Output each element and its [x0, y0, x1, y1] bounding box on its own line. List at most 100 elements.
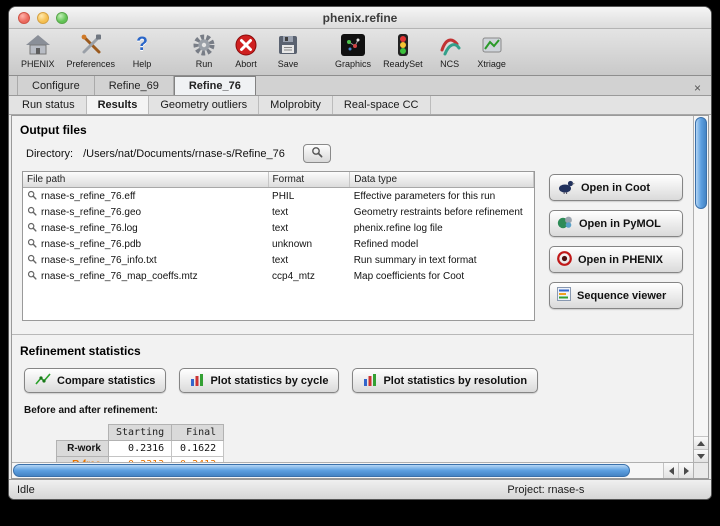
datatype-cell: Effective parameters for this run [350, 188, 534, 205]
vertical-scroll-track[interactable] [694, 116, 708, 436]
scroll-right-button[interactable] [678, 463, 693, 478]
zoom-window-button[interactable] [56, 12, 68, 24]
action-button-label: Sequence viewer [577, 290, 666, 302]
action-button-label: Open in Coot [581, 182, 650, 194]
toolbar-button-ncs[interactable]: NCS [429, 31, 471, 70]
action-button-label: Open in PyMOL [579, 218, 661, 230]
toolbar-button-run[interactable]: Run [183, 31, 225, 70]
file-row[interactable]: rnase-s_refine_76.geo text Geometry rest… [23, 204, 534, 220]
scroll-left-button[interactable] [663, 463, 678, 478]
subtab-geometry-outliers[interactable]: Geometry outliers [149, 96, 259, 114]
scroll-down-button[interactable] [694, 449, 708, 462]
file-path-cell: rnase-s_refine_76_map_coeffs.mtz [41, 271, 198, 282]
stats-row-r-work: R-work 0.2316 0.1622 [57, 441, 224, 457]
subtab-molprobity[interactable]: Molprobity [259, 96, 333, 114]
directory-label: Directory: [26, 148, 73, 160]
tab-refine-76[interactable]: Refine_76 [174, 76, 256, 95]
scroll-up-button[interactable] [694, 436, 708, 449]
file-row[interactable]: rnase-s_refine_76.log text phenix.refine… [23, 220, 534, 236]
minimize-window-button[interactable] [37, 12, 49, 24]
tab-configure[interactable]: Configure [17, 76, 95, 95]
stat-button-label: Plot statistics by resolution [383, 375, 527, 387]
horizontal-scroll-track[interactable] [12, 463, 663, 478]
stat-button-label: Plot statistics by cycle [210, 375, 328, 387]
tab-refine-69[interactable]: Refine_69 [95, 76, 174, 95]
pymol-icon [557, 215, 573, 233]
toolbar-button-graphics[interactable]: Graphics [329, 31, 377, 70]
stats-final-value: 0.1622 [172, 441, 224, 457]
file-path-cell: rnase-s_refine_76_info.txt [41, 255, 157, 266]
toolbar-button-xtriage[interactable]: Xtriage [471, 31, 513, 70]
subtab-results[interactable]: Results [87, 96, 150, 114]
status-bar: Idle Project: rnase-s [9, 479, 711, 499]
vertical-scrollbar[interactable] [693, 116, 708, 462]
toolbar-button-save[interactable]: Save [267, 31, 309, 70]
horizontal-scroll-thumb[interactable] [13, 464, 630, 477]
plot-by-resolution-button[interactable]: Plot statistics by resolution [352, 368, 538, 393]
file-row[interactable]: rnase-s_refine_76.pdb unknown Refined mo… [23, 236, 534, 252]
window-controls [18, 12, 68, 24]
magnifier-icon [27, 190, 37, 203]
file-path-cell: rnase-s_refine_76.log [41, 223, 138, 234]
gear-icon [192, 32, 216, 58]
files-header-row: File path Format Data type [23, 172, 534, 188]
stat-button-label: Compare statistics [57, 375, 155, 387]
down-arrow-icon [697, 454, 705, 459]
toolbar-label: Save [278, 59, 299, 69]
datatype-cell: Run summary in text format [350, 252, 534, 268]
coot-bird-icon [557, 179, 575, 197]
column-header-format[interactable]: Format [268, 172, 350, 188]
file-row[interactable]: rnase-s_refine_76_map_coeffs.mtz ccp4_mt… [23, 268, 534, 284]
stats-starting-value: 0.2316 [109, 441, 172, 457]
format-cell: ccp4_mtz [268, 268, 350, 284]
format-cell: text [268, 252, 350, 268]
stats-header-row: Starting Final [57, 425, 224, 441]
datatype-cell: phenix.refine log file [350, 220, 534, 236]
open-in-coot-button[interactable]: Open in Coot [549, 174, 683, 201]
toolbar-label: NCS [440, 59, 459, 69]
help-icon: ? [136, 32, 148, 58]
horizontal-scrollbar[interactable] [12, 462, 708, 478]
app-window: phenix.refine PHENIX Preferences ? Help … [8, 6, 712, 500]
subtab-run-status[interactable]: Run status [11, 96, 87, 114]
titlebar[interactable]: phenix.refine [9, 7, 711, 29]
subtab-real-space-cc[interactable]: Real-space CC [333, 96, 431, 114]
tab-close-button[interactable]: × [684, 81, 711, 95]
file-row[interactable]: rnase-s_refine_76.eff PHIL Effective par… [23, 188, 534, 205]
open-in-phenix-button[interactable]: Open in PHENIX [549, 246, 683, 273]
bar-chart-icon [363, 373, 377, 389]
sequence-viewer-button[interactable]: Sequence viewer [549, 282, 683, 309]
phenix-logo-icon [557, 251, 572, 269]
project-label: Project: rnase-s [507, 484, 584, 496]
toolbar-button-phenix[interactable]: PHENIX [15, 31, 61, 70]
file-row[interactable]: rnase-s_refine_76_info.txt text Run summ… [23, 252, 534, 268]
close-window-button[interactable] [18, 12, 30, 24]
save-icon [277, 32, 299, 58]
toolbar-button-abort[interactable]: Abort [225, 31, 267, 70]
toolbar-label: PHENIX [21, 59, 55, 69]
magnifier-icon [27, 254, 37, 267]
stats-column-starting: Starting [109, 425, 172, 441]
column-header-file-path[interactable]: File path [23, 172, 268, 188]
before-after-caption: Before and after refinement: [24, 405, 685, 416]
column-header-data-type[interactable]: Data type [350, 172, 534, 188]
toolbar-label: Help [133, 59, 152, 69]
toolbar-label: ReadySet [383, 59, 423, 69]
open-in-pymol-button[interactable]: Open in PyMOL [549, 210, 683, 237]
browse-directory-button[interactable] [303, 144, 331, 163]
line-chart-icon [35, 372, 51, 389]
results-subtabs: Run status Results Geometry outliers Mol… [9, 96, 711, 115]
right-arrow-icon [684, 467, 689, 475]
vertical-scroll-thumb[interactable] [695, 117, 707, 209]
directory-row: Directory: /Users/nat/Documents/rnase-s/… [26, 144, 685, 163]
toolbar-button-help[interactable]: ? Help [121, 31, 163, 70]
toolbar-button-preferences[interactable]: Preferences [61, 31, 122, 70]
stats-column-final: Final [172, 425, 224, 441]
toolbar: PHENIX Preferences ? Help Run Abort [9, 29, 711, 76]
magnifier-icon [27, 206, 37, 219]
tools-icon [78, 32, 104, 58]
magnifier-icon [27, 270, 37, 283]
plot-by-cycle-button[interactable]: Plot statistics by cycle [179, 368, 339, 393]
toolbar-button-readyset[interactable]: ReadySet [377, 31, 429, 70]
compare-statistics-button[interactable]: Compare statistics [24, 368, 166, 393]
